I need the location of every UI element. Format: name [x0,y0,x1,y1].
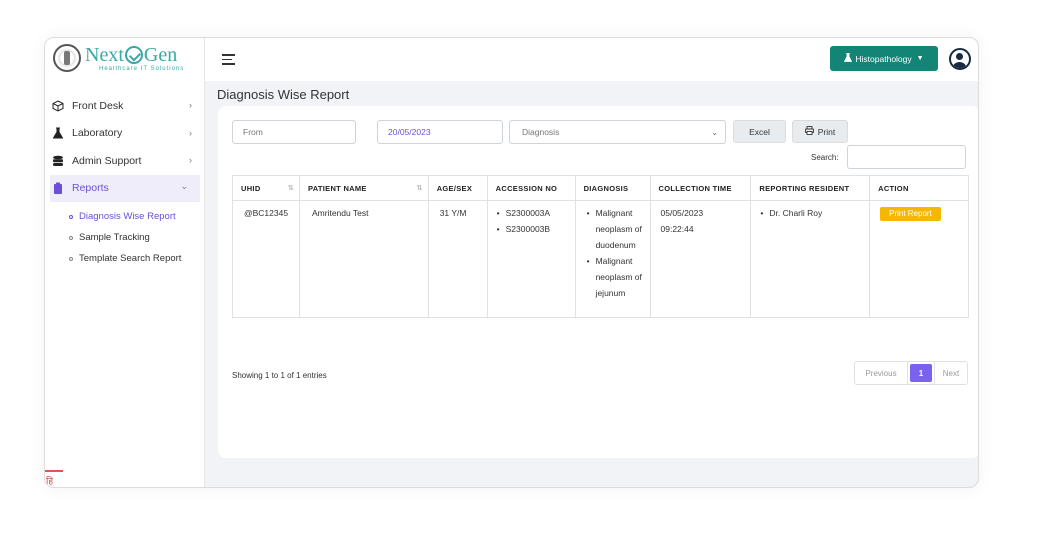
sort-icon: ⇅ [416,185,423,192]
pagination-next[interactable]: Next [934,362,967,384]
circle-bullet-icon [69,214,73,219]
to-date-input[interactable]: 20/05/2023 [377,120,503,144]
cell-action: Print Report [869,200,969,318]
pagination-previous[interactable]: Previous [855,362,908,384]
submenu-item-sample-tracking[interactable]: Sample Tracking [69,227,204,248]
brand-name: Next Gen [85,43,178,66]
sort-icon: ⇅ [287,185,294,192]
chevron-down-icon: ⌄ [711,128,718,137]
chevron-right-icon: › [189,100,192,110]
report-card: From 20/05/2023 Diagnosis ⌄ Excel Print … [218,106,978,458]
database-icon [52,155,64,167]
chevron-down-icon: ⌄ [180,180,188,191]
cell-diagnosis: Malignant neoplasm of duodenum Malignant… [574,200,651,318]
cell-accession-no: S2300003A S2300003B [486,200,576,318]
flask-icon [52,127,64,139]
clipboard-icon [52,182,64,195]
circle-bullet-icon [69,235,73,240]
sidebar-item-label: Admin Support [72,154,142,167]
brand-tagline: Healthcare IT Solutions [99,65,185,72]
cell-reporting-resident: Dr. Charli Roy [750,200,871,318]
diagnosis-item: Malignant neoplasm of jejunum [586,253,646,301]
column-header-age-sex[interactable]: AGE/SEX [427,175,488,201]
table-info: Showing 1 to 1 of 1 entries [232,371,327,380]
emblem-icon [53,44,81,72]
collection-time: 09:22:44 [660,224,694,234]
submenu-item-diagnosis-wise-report[interactable]: Diagnosis Wise Report [69,206,204,227]
sidebar-item-front-desk[interactable]: Front Desk › [45,92,204,120]
column-header-diagnosis[interactable]: DIAGNOSIS [574,175,651,201]
cell-age-sex: 31 Y/M [427,200,488,318]
cube-icon [52,100,64,112]
resident-item: Dr. Charli Roy [759,205,861,221]
sidebar: Next Gen Healthcare IT Solutions Front De… [45,38,205,487]
chevron-right-icon: › [189,155,192,165]
report-table: UHID ⇅ PATIENT NAME ⇅ AGE/SEX ACCESSION NO… [232,175,969,318]
column-header-collection-time[interactable]: COLLECTION TIME [649,175,752,201]
sidebar-item-laboratory[interactable]: Laboratory › [45,120,204,148]
top-bar: Histopathology ▼ [205,38,978,81]
sidebar-item-admin-support[interactable]: Admin Support › [45,147,204,175]
pagination-page-1[interactable]: 1 [910,364,932,382]
printer-icon [804,126,814,137]
column-header-uhid[interactable]: UHID ⇅ [232,175,300,201]
sidebar-item-label: Reports [72,182,109,195]
logo[interactable]: Next Gen Healthcare IT Solutions [53,40,201,76]
page-title: Diagnosis Wise Report [217,87,350,102]
search-input[interactable] [847,145,966,169]
column-header-patient-name[interactable]: PATIENT NAME ⇅ [298,175,429,201]
print-report-button[interactable]: Print Report [880,207,941,221]
table-row: @BC12345 Amritendu Test 31 Y/M S2300003A… [232,200,969,318]
sidebar-item-label: Front Desk [72,99,124,112]
accession-item: S2300003A [496,205,567,221]
excel-button[interactable]: Excel [733,120,786,143]
submenu-item-template-search-report[interactable]: Template Search Report [69,248,204,269]
search-label: Search: [811,153,839,162]
hamburger-menu-icon[interactable] [222,54,235,65]
diagnosis-item: Malignant neoplasm of duodenum [586,205,646,253]
sidebar-nav: Front Desk › Laboratory › Admin Support … [45,92,204,269]
app-window: Next Gen Healthcare IT Solutions Front De… [44,37,979,488]
cell-collection-time: 05/05/2023 09:22:44 [649,200,752,318]
collection-date: 05/05/2023 [660,208,704,218]
column-header-reporting-resident[interactable]: REPORTING RESIDENT [750,175,871,201]
reports-submenu: Diagnosis Wise Report Sample Tracking Te… [45,206,204,269]
sidebar-item-reports[interactable]: Reports ⌄ [50,174,200,202]
caret-down-icon: ▼ [916,55,924,62]
print-button-label: Print [817,126,836,137]
cell-uhid: @BC12345 [232,200,300,318]
circle-bullet-icon [69,256,73,261]
user-avatar-icon[interactable] [949,48,971,70]
cell-patient-name: Amritendu Test [298,200,429,318]
brand-ring-icon [124,45,143,64]
flask-icon [844,53,853,64]
accession-item: S2300003B [496,221,567,237]
pagination: Previous 1 Next [854,361,968,385]
from-date-input[interactable]: From [232,120,356,144]
print-button[interactable]: Print [792,120,848,143]
column-header-action[interactable]: ACTION [869,175,969,201]
diagnosis-select[interactable]: Diagnosis ⌄ [509,120,726,144]
sidebar-item-label: Laboratory [72,127,123,140]
language-toggle[interactable]: हि [45,470,63,487]
column-header-accession-no[interactable]: ACCESSION NO [486,175,576,201]
table-header-row: UHID ⇅ PATIENT NAME ⇅ AGE/SEX ACCESSION NO… [232,175,969,201]
chevron-right-icon: › [189,127,192,138]
department-dropdown-button[interactable]: Histopathology ▼ [830,46,938,71]
department-label: Histopathology [855,53,912,64]
diagnosis-select-placeholder: Diagnosis [522,127,560,137]
